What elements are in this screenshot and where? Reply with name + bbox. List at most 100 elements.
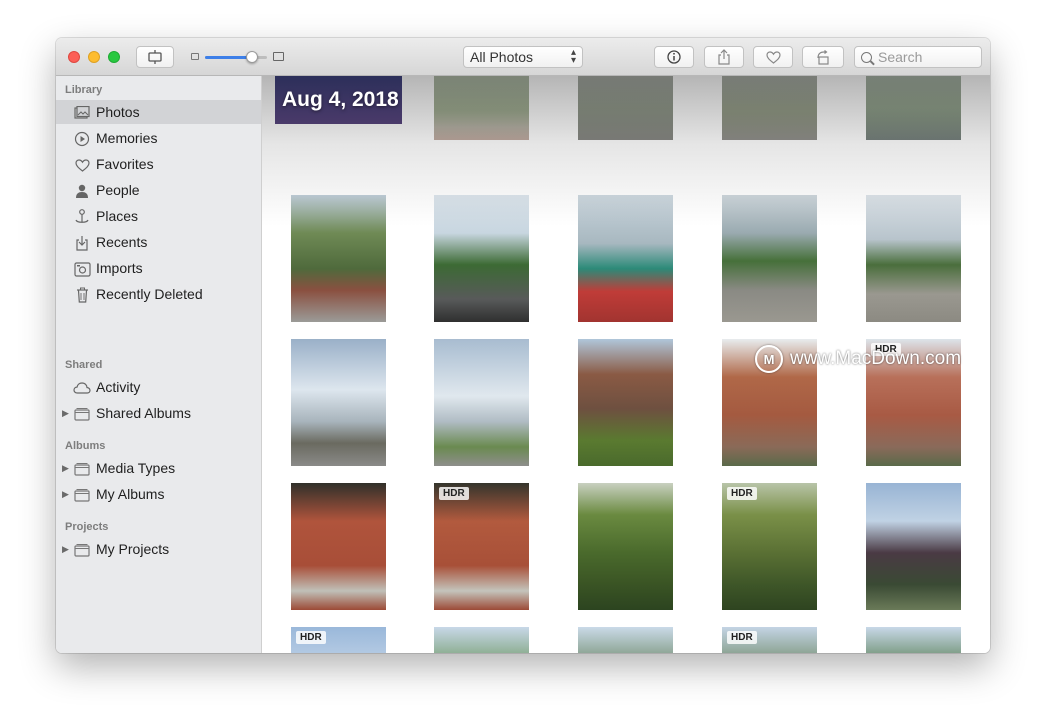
heart-icon <box>765 50 781 64</box>
zoom-slider-thumb[interactable] <box>245 51 258 63</box>
sidebar-item-label: Places <box>96 208 139 224</box>
sidebar-item-shared-albums[interactable]: ▶ Shared Albums <box>56 401 261 425</box>
hdr-badge: HDR <box>296 631 326 644</box>
share-button[interactable] <box>704 46 744 68</box>
photo-thumbnail[interactable] <box>434 627 529 653</box>
sidebar-item-label: Shared Albums <box>96 405 191 421</box>
cloud-icon <box>73 375 91 399</box>
search-icon <box>861 51 872 63</box>
photo-thumbnail[interactable] <box>434 195 529 322</box>
sidebar-item-label: Imports <box>96 260 143 276</box>
photo-thumbnail[interactable]: HDR <box>722 483 817 610</box>
sidebar-item-label: Media Types <box>96 460 176 476</box>
photo-thumbnail[interactable] <box>866 195 961 322</box>
disclosure-triangle-icon[interactable]: ▶ <box>62 489 69 500</box>
rotate-icon <box>817 49 829 65</box>
folder-icon <box>73 456 91 480</box>
sidebar: Library Photos Memories Favorites People <box>56 76 262 653</box>
disclosure-triangle-icon[interactable]: ▶ <box>62 408 69 419</box>
zoom-slider-fill <box>205 56 252 59</box>
sidebar-item-label: Activity <box>96 379 141 395</box>
watermark-text: www.MacDown.com <box>790 348 962 369</box>
sidebar-item-recents[interactable]: Recents <box>56 230 261 254</box>
info-button[interactable] <box>654 46 694 68</box>
sidebar-item-label: Photos <box>96 104 140 120</box>
info-icon <box>667 50 681 64</box>
sidebar-item-photos[interactable]: Photos <box>56 100 261 124</box>
section-header-projects: Projects <box>65 521 109 533</box>
rotate-button[interactable] <box>802 46 844 68</box>
search-placeholder: Search <box>878 49 923 65</box>
sidebar-item-media-types[interactable]: ▶ Media Types <box>56 456 261 480</box>
sidebar-item-my-albums[interactable]: ▶ My Albums <box>56 482 261 506</box>
photo-thumbnail[interactable] <box>722 76 817 140</box>
disclosure-triangle-icon[interactable]: ▶ <box>62 463 69 474</box>
photo-thumbnail[interactable] <box>434 339 529 466</box>
photo-thumbnail[interactable] <box>866 483 961 610</box>
recents-icon <box>73 230 91 254</box>
sidebar-item-label: Recents <box>96 234 148 250</box>
sidebar-item-label: Favorites <box>96 156 154 172</box>
hdr-badge: HDR <box>439 487 469 500</box>
folder-icon <box>73 537 91 561</box>
sidebar-item-memories[interactable]: Memories <box>56 126 261 150</box>
hdr-badge: HDR <box>727 487 757 500</box>
camera-icon <box>73 256 91 280</box>
view-select[interactable]: All Photos ▴ ▾ <box>463 46 583 68</box>
photo-thumbnail[interactable] <box>291 339 386 466</box>
toolbar: All Photos ▴ ▾ Search <box>56 38 990 76</box>
photo-thumbnail[interactable] <box>291 195 386 322</box>
sidebar-item-label: Memories <box>96 130 158 146</box>
photo-thumbnail[interactable] <box>722 195 817 322</box>
sidebar-item-places[interactable]: Places <box>56 204 261 228</box>
small-thumbnail-icon <box>191 53 199 60</box>
photo-thumbnail[interactable] <box>578 195 673 322</box>
section-header-shared: Shared <box>65 359 103 371</box>
share-icon <box>718 49 730 65</box>
sidebar-item-favorites[interactable]: Favorites <box>56 152 261 176</box>
heart-icon <box>73 152 91 176</box>
sidebar-item-activity[interactable]: Activity <box>56 375 261 399</box>
photo-thumbnail[interactable] <box>291 483 386 610</box>
photo-thumbnail[interactable] <box>866 76 961 140</box>
pin-icon <box>73 204 91 228</box>
photo-thumbnail[interactable] <box>578 76 673 140</box>
photo-thumbnail[interactable]: HDR <box>722 627 817 653</box>
watermark-logo-icon: M <box>755 345 783 373</box>
memories-icon <box>73 126 91 150</box>
sidebar-item-label: My Albums <box>96 486 165 502</box>
folder-icon <box>73 482 91 506</box>
photo-thumbnail[interactable]: HDR <box>434 483 529 610</box>
disclosure-triangle-icon[interactable]: ▶ <box>62 544 69 555</box>
close-window-button[interactable] <box>68 51 80 63</box>
select-arrows-icon: ▴ ▾ <box>570 47 576 66</box>
photos-icon <box>73 100 91 124</box>
sidebar-item-recently-deleted[interactable]: Recently Deleted <box>56 282 261 306</box>
sidebar-item-label: People <box>96 182 140 198</box>
photo-thumbnail[interactable] <box>866 627 961 653</box>
photo-thumbnail[interactable] <box>578 483 673 610</box>
sidebar-toggle-icon <box>148 50 162 64</box>
trash-icon <box>73 282 91 306</box>
sidebar-toggle-button[interactable] <box>136 46 174 68</box>
favorite-button[interactable] <box>753 46 793 68</box>
photo-thumbnail[interactable] <box>434 76 529 140</box>
hdr-badge: HDR <box>727 631 757 644</box>
watermark: M www.MacDown.com <box>755 345 961 373</box>
folder-icon <box>73 401 91 425</box>
photo-thumbnail[interactable] <box>578 339 673 466</box>
zoom-slider[interactable] <box>205 51 267 63</box>
sidebar-item-people[interactable]: People <box>56 178 261 202</box>
photo-thumbnail[interactable] <box>578 627 673 653</box>
photo-thumbnail[interactable]: HDR <box>291 627 386 653</box>
sidebar-item-label: Recently Deleted <box>96 286 203 302</box>
sidebar-item-imports[interactable]: Imports <box>56 256 261 280</box>
person-icon <box>73 178 91 202</box>
view-select-value: All Photos <box>470 49 534 65</box>
sidebar-item-my-projects[interactable]: ▶ My Projects <box>56 537 261 561</box>
minimize-window-button[interactable] <box>88 51 100 63</box>
large-thumbnail-icon <box>273 52 284 61</box>
date-header: Aug 4, 2018 <box>282 88 399 111</box>
search-field[interactable]: Search <box>854 46 982 68</box>
zoom-window-button[interactable] <box>108 51 120 63</box>
